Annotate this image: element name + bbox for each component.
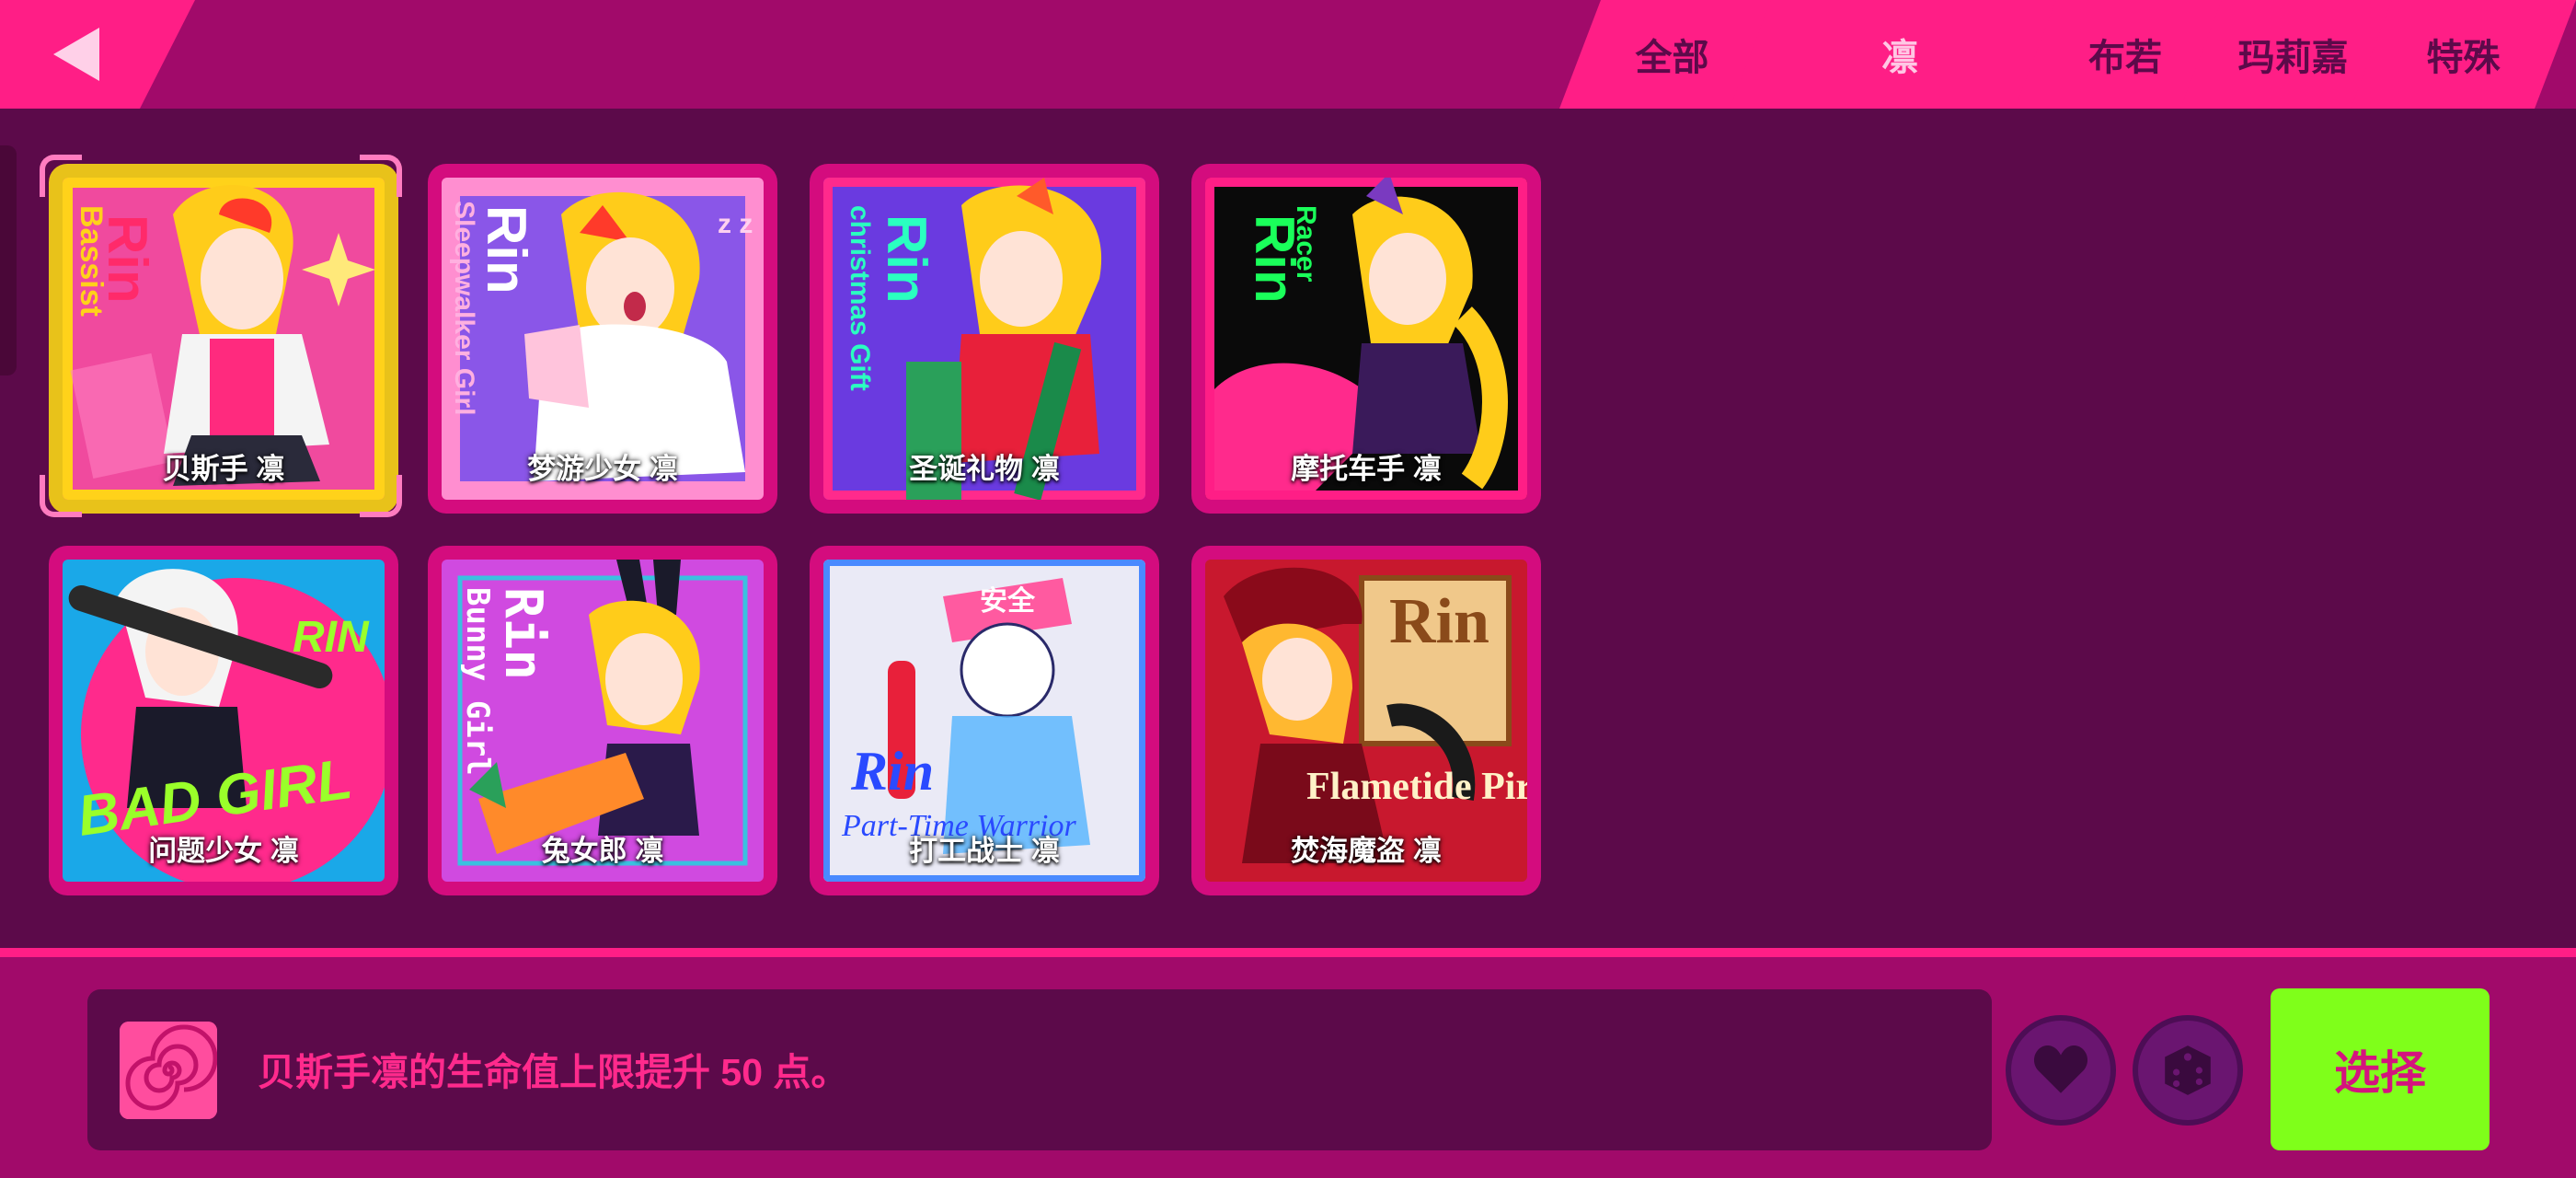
skin-card-flametide-pirate[interactable]: Rin Flametide Pirate 焚海魔盗 凛: [1191, 546, 1541, 895]
spiral-icon: [120, 1022, 217, 1119]
skin-art-title: RIN: [293, 613, 370, 662]
tab-rin[interactable]: 凛: [1730, 0, 2070, 109]
skin-art: Rin christmas Gift 圣诞礼物 凛: [823, 178, 1145, 500]
skin-card-bassist[interactable]: Rin Bassist 贝斯手 凛: [49, 164, 398, 514]
select-button-label: 选择: [2334, 1047, 2426, 1099]
heart-icon: [2033, 1045, 2088, 1093]
dice-icon: [2165, 1045, 2211, 1095]
selection-corner: [360, 155, 402, 197]
skin-art-subtitle: Bunny Girl: [459, 587, 496, 776]
skin-name: 贝斯手 凛: [162, 453, 285, 485]
favorite-button[interactable]: [2006, 1015, 2116, 1126]
skin-name: 兔女郎 凛: [541, 835, 664, 867]
skin-art: Rin Racer 摩托车手 凛: [1205, 178, 1527, 500]
random-button[interactable]: [2133, 1015, 2243, 1126]
skin-card-part-time-warrior[interactable]: 安全 Rin Part-Time Warrior 打工战士 凛: [810, 546, 1159, 895]
skin-name: 问题少女 凛: [148, 835, 299, 867]
skin-name: 打工战士 凛: [909, 835, 1060, 867]
skin-art-badge: 安全: [980, 585, 1036, 618]
skin-art-subtitle: Bassist: [74, 205, 109, 317]
skin-card-racer[interactable]: Rin Racer 摩托车手 凛: [1191, 164, 1541, 514]
skin-art-subtitle: christmas Gift: [845, 205, 875, 391]
svg-text:z z: z z: [718, 209, 753, 239]
skin-art-title: Rin: [476, 205, 537, 294]
skin-art-subtitle: Racer: [1291, 205, 1321, 283]
skin-name: 圣诞礼物 凛: [909, 453, 1060, 485]
tab-label: 布若: [2088, 38, 2162, 78]
tab-label: 全部: [1635, 38, 1709, 78]
skin-name: 焚海魔盗 凛: [1291, 835, 1442, 867]
skin-card-bunny-girl[interactable]: Rin Bunny Girl 兔女郎 凛: [428, 546, 777, 895]
skin-art: Rin Bunny Girl 兔女郎 凛: [442, 560, 764, 882]
skin-art: 安全 Rin Part-Time Warrior 打工战士 凛: [823, 560, 1145, 882]
skin-art: Rin Bassist 贝斯手 凛: [63, 178, 385, 500]
tab-label: 凛: [1881, 38, 1918, 78]
skin-card-christmas-gift[interactable]: Rin christmas Gift 圣诞礼物 凛: [810, 164, 1159, 514]
skin-name: 梦游少女 凛: [527, 453, 678, 485]
skin-art-subtitle: Sleepwalker Girl: [449, 201, 479, 415]
tab-label: 玛莉嘉: [2237, 38, 2349, 78]
selection-corner: [40, 155, 82, 197]
tab-label: 特殊: [2426, 38, 2501, 78]
side-handle: [0, 145, 17, 375]
skin-card-sleepwalker[interactable]: z z Rin Sleepwalker Girl 梦游少女 凛: [428, 164, 777, 514]
skin-card-bad-girl[interactable]: RIN BAD GIRL 问题少女 凛: [49, 546, 398, 895]
selection-corner: [360, 475, 402, 517]
skin-art-title: Rin: [493, 587, 553, 680]
skin-name: 摩托车手 凛: [1291, 453, 1442, 485]
skill-description: 贝斯手凛的生命值上限提升 50 点。: [258, 1051, 849, 1093]
skin-art: RIN BAD GIRL 问题少女 凛: [63, 560, 385, 882]
skin-art-title: Rin: [850, 741, 934, 802]
select-button[interactable]: 选择: [2271, 988, 2490, 1150]
divider: [0, 948, 2576, 957]
selection-corner: [40, 475, 82, 517]
skin-art-title: Rin: [876, 214, 937, 304]
skin-art-title: Rin: [1389, 586, 1489, 657]
skin-art: Rin Flametide Pirate 焚海魔盗 凛: [1205, 560, 1527, 882]
back-arrow-icon: [53, 28, 99, 81]
skin-art-subtitle: Flametide Pirate: [1306, 766, 1527, 808]
skin-art: z z Rin Sleepwalker Girl 梦游少女 凛: [442, 178, 764, 500]
